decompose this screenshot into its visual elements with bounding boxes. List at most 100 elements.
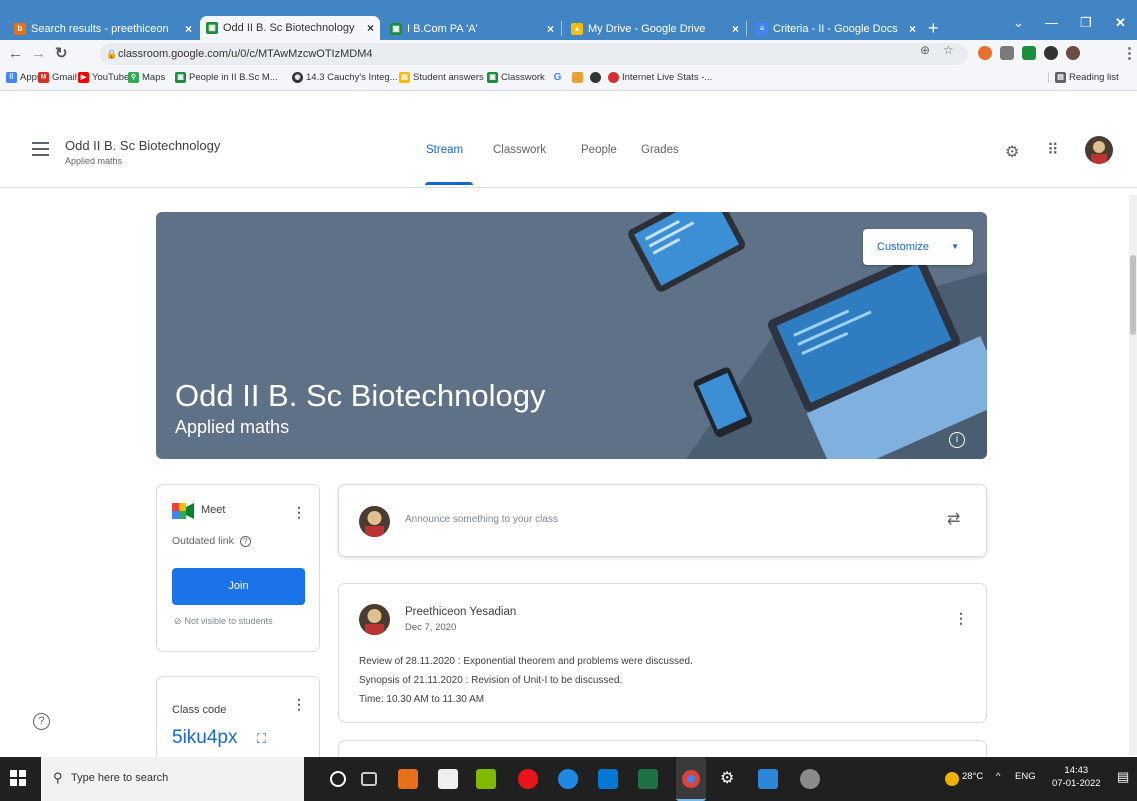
bookmark-star-icon[interactable]: ☆ — [943, 43, 954, 57]
taskbar-app-icon[interactable] — [398, 769, 418, 789]
repost-icon[interactable]: ⇄ — [947, 509, 960, 529]
info-icon[interactable]: i — [949, 432, 965, 448]
bookmark-maps[interactable]: ⚲ Maps — [128, 72, 165, 83]
url-field[interactable]: 🔒 classroom.google.com/u/0/c/MTAwMzcwOTI… — [100, 43, 968, 65]
maps-pin-icon: ⚲ — [128, 72, 139, 83]
install-app-icon[interactable]: ⊕ — [920, 43, 930, 57]
close-tab-icon[interactable]: × — [185, 22, 192, 36]
bookmarks-bar: ⠿ Apps M Gmail ▶ YouTube ⚲ Maps ▣ People in I… — [0, 69, 1137, 91]
opera-icon[interactable] — [518, 769, 538, 789]
reading-list-button[interactable]: ▤ Reading list — [1048, 72, 1119, 83]
bookmark-youtube[interactable]: ▶ YouTube — [78, 72, 129, 83]
browser-tab[interactable]: ▲ My Drive - Google Drive × — [565, 17, 745, 40]
bookmark-misc[interactable] — [572, 72, 586, 83]
windows-start-icon[interactable] — [10, 770, 27, 787]
google-apps-icon[interactable]: ⠿ — [1047, 140, 1059, 160]
extension-icon[interactable] — [978, 46, 992, 60]
post-body-line: Review of 28.11.2020 : Exponential theor… — [359, 656, 693, 667]
close-tab-icon[interactable]: × — [909, 22, 916, 36]
weather-temperature[interactable]: 28°C — [962, 771, 983, 782]
announce-placeholder[interactable]: Announce something to your class — [405, 514, 558, 525]
bookmark-misc[interactable] — [590, 72, 604, 83]
bookmark-gmail[interactable]: M Gmail — [38, 72, 77, 83]
search-icon: ⚲ — [53, 770, 63, 785]
browser-tab[interactable]: b Search results - preethiceon × — [8, 17, 198, 40]
browser-tab-active[interactable]: ▣ Odd II B. Sc Biotechnology × — [200, 16, 380, 40]
tab-search-icon[interactable]: ⌄ — [1013, 14, 1024, 32]
browser-tab[interactable]: ≡ Criteria - II - Google Docs × — [750, 17, 922, 40]
class-code-more-icon[interactable]: ⋮ — [292, 697, 306, 711]
lock-icon: 🔒 — [106, 49, 118, 59]
task-view-icon[interactable] — [361, 772, 377, 786]
cortana-icon[interactable] — [330, 771, 346, 787]
bookmark-google[interactable]: G — [552, 72, 566, 83]
tab-grades[interactable]: Grades — [641, 144, 679, 156]
bookmark-student-answers[interactable]: ▤ Student answers — [399, 72, 484, 83]
extensions-puzzle-icon[interactable] — [1044, 46, 1058, 60]
bookmark-apps[interactable]: ⠿ Apps — [6, 72, 42, 83]
bookmark-people[interactable]: ▣ People in II B.Sc M... — [175, 72, 278, 83]
tab-stream[interactable]: Stream — [426, 144, 463, 156]
file-explorer-icon[interactable] — [438, 769, 458, 789]
scrollbar-thumb[interactable] — [1130, 255, 1136, 335]
maximize-button[interactable]: ❐ — [1080, 14, 1092, 32]
chrome-active-icon[interactable] — [676, 757, 706, 801]
excel-icon[interactable] — [638, 769, 658, 789]
meet-more-icon[interactable]: ⋮ — [292, 505, 306, 519]
bookmark-label: Student answers — [413, 72, 484, 83]
meet-card: Meet ⋮ Outdated link ? Join ⊘ Not visible… — [156, 484, 320, 652]
meet-title: Meet — [201, 504, 226, 516]
close-tab-icon[interactable]: × — [732, 22, 739, 36]
profile-avatar-icon[interactable] — [1066, 46, 1080, 60]
help-icon[interactable]: ? — [239, 536, 251, 547]
taskbar-app-icon[interactable] — [758, 769, 778, 789]
new-tab-button[interactable]: + — [928, 18, 939, 38]
customize-label: Customize — [877, 241, 929, 253]
reload-icon[interactable]: ↻ — [55, 45, 68, 63]
taskbar-app-icon[interactable] — [800, 769, 820, 789]
bookmark-cauchy[interactable]: ◉ 14.3 Cauchy's Integ... — [292, 72, 398, 83]
customize-button[interactable]: Customize ▼ — [863, 229, 973, 265]
mail-icon[interactable] — [598, 769, 618, 789]
fullscreen-icon[interactable]: ⛶ — [257, 731, 266, 747]
post-author: Preethiceon Yesadian — [405, 606, 517, 618]
class-code-label: Class code — [172, 704, 227, 716]
browser-menu-icon[interactable]: ⋮ — [1122, 45, 1137, 63]
tab-classwork[interactable]: Classwork — [493, 144, 546, 156]
drive-favicon-icon: ▲ — [571, 22, 583, 35]
minimize-button[interactable]: — — [1045, 14, 1058, 32]
tab-separator — [746, 21, 747, 36]
classroom-icon: ▣ — [487, 72, 498, 83]
close-window-button[interactable]: ✕ — [1115, 14, 1126, 32]
browser-tab[interactable]: ▣ I B.Com PA 'A' × — [384, 17, 560, 40]
extension-icon[interactable] — [1000, 46, 1014, 60]
notification-icon[interactable]: ▤ — [1117, 769, 1129, 785]
header-class-name[interactable]: Odd II B. Sc Biotechnology — [65, 138, 220, 153]
language-indicator[interactable]: ENG — [1015, 771, 1036, 782]
settings-gear-icon[interactable]: ⚙ — [720, 768, 740, 788]
clock[interactable]: 14:43 07-01-2022 — [1052, 764, 1101, 790]
tray-chevron-icon[interactable]: ^ — [996, 771, 1000, 782]
page-scrollbar[interactable] — [1129, 195, 1137, 755]
edge-icon[interactable] — [558, 769, 578, 789]
settings-gear-icon[interactable]: ⚙ — [1005, 142, 1019, 162]
help-icon[interactable]: ? — [33, 713, 50, 730]
forward-icon[interactable]: → — [31, 45, 46, 63]
join-button[interactable]: Join — [172, 568, 305, 605]
extension-icon[interactable] — [1022, 46, 1036, 60]
taskbar-search-box[interactable]: ⚲ Type here to search — [41, 757, 304, 801]
close-tab-icon[interactable]: × — [367, 21, 374, 35]
account-avatar[interactable] — [1085, 136, 1113, 164]
meet-logo-icon — [172, 503, 194, 519]
main-menu-icon[interactable] — [32, 142, 49, 160]
globe-icon — [590, 72, 601, 83]
tab-people[interactable]: People — [581, 144, 617, 156]
announce-box[interactable]: Announce something to your class ⇄ — [338, 484, 987, 557]
bookmark-label: YouTube — [92, 72, 130, 83]
back-icon[interactable]: ← — [8, 45, 23, 63]
taskbar-app-icon[interactable] — [476, 769, 496, 789]
close-tab-icon[interactable]: × — [547, 22, 554, 36]
bookmark-classwork[interactable]: ▣ Classwork — [487, 72, 545, 83]
post-more-icon[interactable]: ⋮ — [954, 611, 968, 625]
bookmark-internet-live-stats[interactable]: Internet Live Stats -... — [608, 72, 712, 83]
